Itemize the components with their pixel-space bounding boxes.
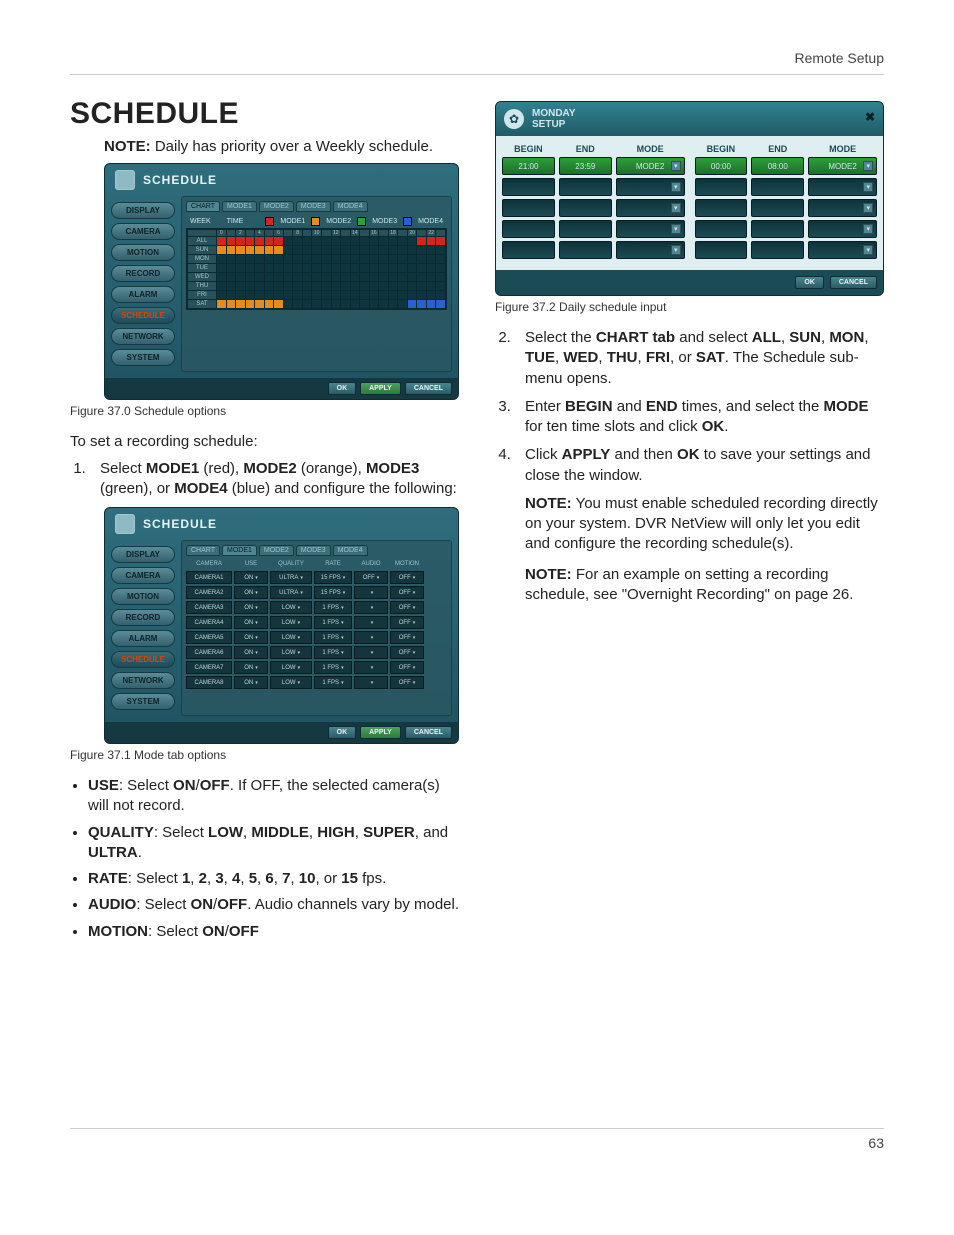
screenshot-schedule-chart: SCHEDULE DISPLAY CAMERA MOTION RECORD ALARM S… xyxy=(104,163,459,400)
mode-select[interactable] xyxy=(808,199,877,217)
intro-text: To set a recording schedule: xyxy=(70,432,459,452)
figure-caption-2: Figure 37.1 Mode tab options xyxy=(70,748,459,762)
note-enable-recording: NOTE: You must enable scheduled recordin… xyxy=(525,494,884,555)
close-icon[interactable]: ✖ xyxy=(865,110,875,124)
begin-field[interactable] xyxy=(502,220,555,238)
mode-select[interactable] xyxy=(616,220,685,238)
schedule-chart-grid: 0246810121416182022ALLSUNMONTUEWEDTHUFRI… xyxy=(186,228,447,310)
tab-mode3[interactable]: MODE3 xyxy=(296,545,331,556)
gear-icon: ✿ xyxy=(504,109,524,129)
cancel-button[interactable]: CANCEL xyxy=(830,276,877,289)
end-field[interactable] xyxy=(559,199,612,217)
mode-select[interactable] xyxy=(808,241,877,259)
tab-mode4[interactable]: MODE4 xyxy=(333,545,368,556)
mode-select[interactable] xyxy=(616,178,685,196)
end-field[interactable] xyxy=(559,241,612,259)
settings-sidebar: DISPLAY CAMERA MOTION RECORD ALARM SCHEDULE NE… xyxy=(111,196,175,372)
screenshot-daily-schedule: ✿ MONDAY SETUP ✖ BEGINENDMODE 21:0023:59… xyxy=(495,101,884,296)
sidebar-item-schedule[interactable]: SCHEDULE xyxy=(111,651,175,668)
sidebar-item-camera[interactable]: CAMERA xyxy=(111,567,175,584)
sidebar-item-alarm[interactable]: ALARM xyxy=(111,630,175,647)
mode-select[interactable] xyxy=(616,241,685,259)
tab-chart[interactable]: CHART xyxy=(186,201,220,212)
tab-mode1[interactable]: MODE1 xyxy=(222,545,257,556)
bullet-rate: RATE: Select 1, 2, 3, 4, 5, 6, 7, 10, or… xyxy=(88,869,459,889)
mode-tabs: CHARTMODE1MODE2MODE3MODE4 xyxy=(186,545,447,556)
schedule-icon xyxy=(115,514,135,534)
cancel-button[interactable]: CANCEL xyxy=(405,726,452,739)
figure-caption-3: Figure 37.2 Daily schedule input xyxy=(495,300,884,314)
ok-button[interactable]: OK xyxy=(328,726,357,739)
sidebar-item-system[interactable]: SYSTEM xyxy=(111,693,175,710)
step-2: Select the CHART tab and select ALL, SUN… xyxy=(515,328,884,389)
figure-caption-1: Figure 37.0 Schedule options xyxy=(70,404,459,418)
end-field[interactable]: 08:00 xyxy=(751,157,804,175)
begin-field[interactable] xyxy=(695,178,748,196)
tab-mode2[interactable]: MODE2 xyxy=(259,545,294,556)
section-title: SCHEDULE xyxy=(70,97,459,131)
sidebar-item-display[interactable]: DISPLAY xyxy=(111,546,175,563)
end-field[interactable] xyxy=(751,178,804,196)
sidebar-item-network[interactable]: NETWORK xyxy=(111,672,175,689)
window-title: SCHEDULE xyxy=(143,173,217,187)
ok-button[interactable]: OK xyxy=(328,382,357,395)
cancel-button[interactable]: CANCEL xyxy=(405,382,452,395)
sidebar-item-display[interactable]: DISPLAY xyxy=(111,202,175,219)
bullet-audio: AUDIO: Select ON/OFF. Audio channels var… xyxy=(88,895,459,915)
sidebar-item-network[interactable]: NETWORK xyxy=(111,328,175,345)
bullet-motion: MOTION: Select ON/OFF xyxy=(88,922,459,942)
sidebar-item-record[interactable]: RECORD xyxy=(111,609,175,626)
apply-button[interactable]: APPLY xyxy=(360,382,401,395)
mode-select[interactable]: MODE2 xyxy=(616,157,685,175)
sidebar-item-camera[interactable]: CAMERA xyxy=(111,223,175,240)
end-field[interactable]: 23:59 xyxy=(559,157,612,175)
settings-sidebar: DISPLAY CAMERA MOTION RECORD ALARM SCHEDULE NE… xyxy=(111,540,175,716)
mode-select[interactable] xyxy=(808,220,877,238)
note-overnight-ref: NOTE: For an example on setting a record… xyxy=(525,565,884,606)
begin-field[interactable] xyxy=(502,178,555,196)
end-field[interactable] xyxy=(559,178,612,196)
dialog-title: MONDAY SETUP xyxy=(532,108,576,130)
screenshot-mode-tab: SCHEDULE DISPLAY CAMERA MOTION RECORD ALARM S… xyxy=(104,507,459,744)
mode-select[interactable] xyxy=(808,178,877,196)
step-3: Enter BEGIN and END times, and select th… xyxy=(515,397,884,438)
sidebar-item-system[interactable]: SYSTEM xyxy=(111,349,175,366)
tab-mode3[interactable]: MODE3 xyxy=(296,201,331,212)
begin-field[interactable]: 21:00 xyxy=(502,157,555,175)
sidebar-item-motion[interactable]: MOTION xyxy=(111,588,175,605)
end-field[interactable] xyxy=(751,241,804,259)
note-priority: NOTE: Daily has priority over a Weekly s… xyxy=(104,137,459,157)
sidebar-item-schedule[interactable]: SCHEDULE xyxy=(111,307,175,324)
ok-button[interactable]: OK xyxy=(795,276,824,289)
end-field[interactable] xyxy=(751,199,804,217)
begin-field[interactable] xyxy=(695,220,748,238)
tab-mode4[interactable]: MODE4 xyxy=(333,201,368,212)
begin-field[interactable] xyxy=(502,199,555,217)
mode-settings-grid: CAMERAUSEQUALITYRATEAUDIOMOTIONCAMERA1ON… xyxy=(186,559,447,689)
begin-field[interactable] xyxy=(695,199,748,217)
sidebar-item-motion[interactable]: MOTION xyxy=(111,244,175,261)
page-header: Remote Setup xyxy=(70,50,884,75)
apply-button[interactable]: APPLY xyxy=(360,726,401,739)
tab-chart[interactable]: CHART xyxy=(186,545,220,556)
tab-mode2[interactable]: MODE2 xyxy=(259,201,294,212)
tab-mode1[interactable]: MODE1 xyxy=(222,201,257,212)
sidebar-item-alarm[interactable]: ALARM xyxy=(111,286,175,303)
sidebar-item-record[interactable]: RECORD xyxy=(111,265,175,282)
step-4: Click APPLY and then OK to save your set… xyxy=(515,445,884,486)
step-1: Select MODE1 (red), MODE2 (orange), MODE… xyxy=(90,459,459,500)
end-field[interactable] xyxy=(559,220,612,238)
chart-tabs: CHARTMODE1MODE2MODE3MODE4 xyxy=(186,201,447,212)
bullet-use: USE: Select ON/OFF. If OFF, the selected… xyxy=(88,776,459,817)
page-number: 63 xyxy=(70,1128,884,1151)
begin-field[interactable] xyxy=(695,241,748,259)
mode-select[interactable] xyxy=(616,199,685,217)
begin-field[interactable]: 00:00 xyxy=(695,157,748,175)
mode-select[interactable]: MODE2 xyxy=(808,157,877,175)
end-field[interactable] xyxy=(751,220,804,238)
bullet-quality: QUALITY: Select LOW, MIDDLE, HIGH, SUPER… xyxy=(88,823,459,864)
schedule-icon xyxy=(115,170,135,190)
begin-field[interactable] xyxy=(502,241,555,259)
